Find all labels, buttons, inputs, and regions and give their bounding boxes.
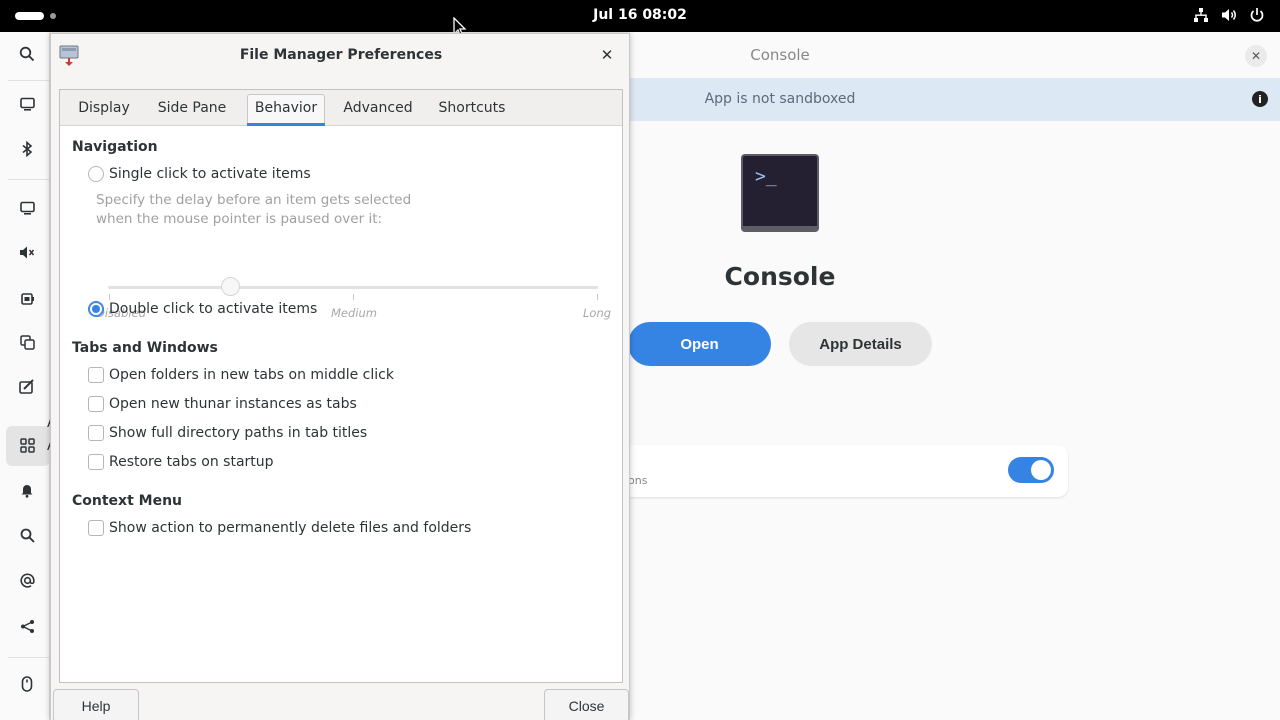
system-tray[interactable] [1192, 6, 1266, 24]
volume-icon[interactable] [1220, 6, 1238, 24]
single-click-option[interactable]: Single click to activate items [88, 166, 311, 182]
full-path-tab-titles-option[interactable]: Show full directory paths in tab titles [88, 425, 367, 441]
tab-display[interactable]: Display [68, 90, 140, 126]
search-icon[interactable] [17, 44, 37, 64]
option-label: Restore tabs on startup [109, 454, 274, 470]
displays-icon[interactable] [17, 198, 37, 218]
permission-subtitle: ons [628, 474, 648, 487]
console-app-icon: >_ [741, 154, 819, 232]
info-icon[interactable]: i [1252, 91, 1268, 107]
slider-tick [597, 294, 598, 300]
permanent-delete-checkbox[interactable] [88, 520, 104, 536]
dialog-title: File Manager Preferences [239, 47, 443, 63]
file-manager-preferences-dialog: File Manager Preferences ✕ Display Side … [50, 33, 630, 720]
section-context-menu: Context Menu [72, 493, 183, 509]
window-title: Console [750, 46, 810, 64]
single-click-radio[interactable] [88, 166, 104, 182]
mouse-icon[interactable] [17, 674, 37, 694]
network-icon[interactable] [1192, 6, 1210, 24]
middle-click-tabs-option[interactable]: Open folders in new tabs on middle click [88, 367, 394, 383]
slider-tick [109, 294, 110, 300]
delay-hint: Specify the delay before an item gets se… [96, 192, 412, 227]
display-icon[interactable] [17, 94, 37, 114]
close-icon[interactable]: ✕ [1245, 45, 1267, 67]
option-label: Show full directory paths in tab titles [109, 425, 368, 441]
multitasking-icon[interactable] [17, 332, 37, 352]
banner-text: App is not sandboxed [704, 91, 856, 107]
open-button[interactable]: Open [628, 322, 771, 366]
top-bar: Jul 16 08:02 [0, 0, 1280, 32]
close-icon[interactable]: ✕ [598, 46, 616, 64]
slider-mark-long: Long [583, 306, 612, 320]
tab-behavior[interactable]: Behavior [247, 90, 325, 126]
single-click-label: Single click to activate items [109, 166, 311, 182]
search-settings-icon[interactable] [17, 525, 37, 545]
clock[interactable]: Jul 16 08:02 [0, 7, 1280, 23]
tab-advanced[interactable]: Advanced [338, 90, 418, 126]
delay-slider-handle[interactable] [221, 277, 240, 296]
double-click-option[interactable]: Double click to activate items [88, 301, 317, 317]
slider-tick [353, 294, 354, 300]
section-tabs-and-windows: Tabs and Windows [72, 340, 218, 356]
sandbox-banner: App is not sandboxed i [630, 78, 1280, 121]
window-header: Console ✕ [630, 32, 1280, 78]
toggle-knob [1031, 460, 1051, 480]
option-label: Open folders in new tabs on middle click [109, 367, 394, 383]
preferences-notebook: Display Side Pane Behavior Advanced Shor… [59, 89, 623, 683]
double-click-radio[interactable] [88, 301, 104, 317]
tab-bar: Display Side Pane Behavior Advanced Shor… [60, 90, 622, 126]
sharing-icon[interactable] [17, 616, 37, 636]
option-label: Open new thunar instances as tabs [109, 396, 357, 412]
instances-as-tabs-option[interactable]: Open new thunar instances as tabs [88, 396, 357, 412]
active-tab-indicator [247, 123, 325, 126]
full-path-tab-titles-checkbox[interactable] [88, 425, 104, 441]
close-button[interactable]: Close [544, 689, 629, 720]
tab-side-pane[interactable]: Side Pane [151, 90, 233, 126]
bluetooth-icon[interactable] [17, 139, 37, 159]
option-label: Show action to permanently delete files … [109, 520, 472, 536]
power-settings-icon[interactable] [17, 288, 37, 308]
instances-as-tabs-checkbox[interactable] [88, 396, 104, 412]
restore-tabs-option[interactable]: Restore tabs on startup [88, 454, 274, 470]
slider-mark-medium: Medium [331, 306, 377, 320]
permission-toggle[interactable] [1008, 457, 1054, 483]
online-accounts-icon[interactable] [17, 570, 37, 590]
app-details-window: Console ✕ App is not sandboxed i >_ Cons… [628, 32, 1280, 720]
double-click-label: Double click to activate items [109, 301, 318, 317]
tab-shortcuts[interactable]: Shortcuts [432, 90, 512, 126]
app-name: Console [724, 262, 836, 291]
settings-sidebar: A A [0, 32, 57, 720]
sound-icon[interactable] [17, 242, 37, 262]
restore-tabs-checkbox[interactable] [88, 454, 104, 470]
section-navigation: Navigation [72, 139, 158, 155]
notifications-icon[interactable] [17, 480, 37, 500]
permanent-delete-option[interactable]: Show action to permanently delete files … [88, 520, 471, 536]
permission-row: ons [628, 445, 1068, 497]
app-details-button[interactable]: App Details [789, 322, 932, 366]
delay-slider-track[interactable] [108, 286, 598, 289]
appearance-icon[interactable] [17, 377, 37, 397]
power-icon[interactable] [1248, 6, 1266, 24]
help-button[interactable]: Help [53, 689, 139, 720]
apps-grid-icon[interactable] [17, 435, 37, 455]
middle-click-tabs-checkbox[interactable] [88, 367, 104, 383]
